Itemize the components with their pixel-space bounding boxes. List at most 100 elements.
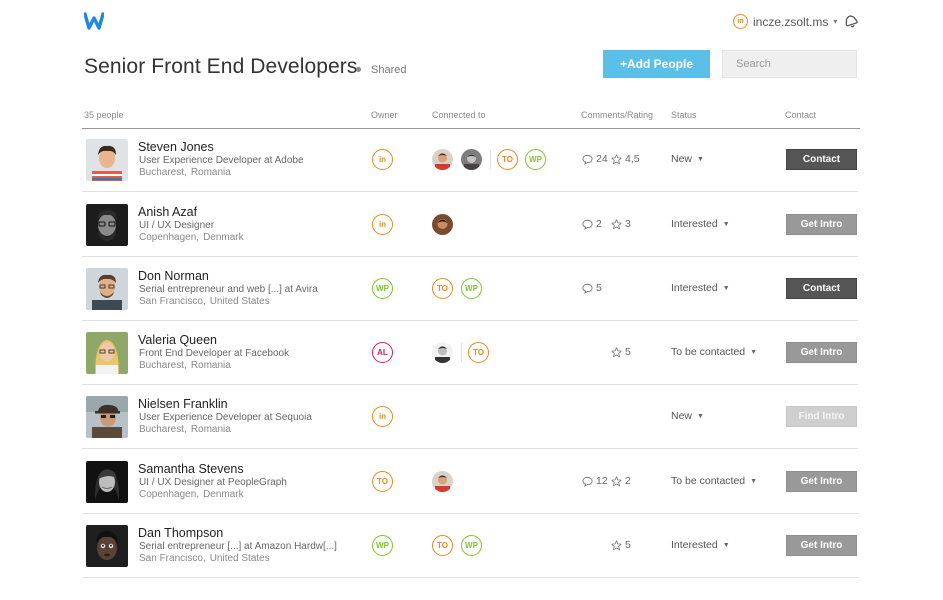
wp-badge[interactable]: WP: [461, 278, 482, 299]
connection-avatar[interactable]: [461, 149, 482, 170]
shared-label: Shared: [371, 64, 407, 76]
owner-to-badge[interactable]: TO: [372, 471, 393, 492]
table-row[interactable]: Anish Azaf UI / UX Designer Copenhagen, D…: [82, 193, 858, 257]
bell-icon[interactable]: [843, 13, 859, 29]
person-location: Bucharest, Romania: [139, 360, 231, 371]
person-name[interactable]: Steven Jones: [138, 140, 214, 154]
rating[interactable]: 5: [611, 539, 631, 551]
divider: [490, 150, 491, 169]
status-dropdown[interactable]: New ▼: [671, 153, 704, 165]
table-row[interactable]: Steven Jones User Experience Developer a…: [82, 128, 858, 192]
person-name[interactable]: Valeria Queen: [138, 333, 217, 347]
connection-avatar[interactable]: [432, 471, 453, 492]
comment-count[interactable]: 5: [582, 282, 602, 294]
comments-header: Comments/Rating: [581, 110, 654, 120]
star-outline-icon: [611, 476, 622, 487]
comment-count[interactable]: 24: [582, 153, 608, 165]
owner-wp-badge[interactable]: WP: [372, 278, 393, 299]
caret-down-icon: ▼: [722, 541, 730, 549]
status-dropdown[interactable]: Interested ▼: [671, 282, 730, 294]
wp-badge[interactable]: WP: [525, 149, 546, 170]
connection-avatar[interactable]: [432, 342, 453, 363]
star-outline-icon: [611, 154, 622, 165]
person-role: Front End Developer at Facebook: [139, 348, 290, 359]
person-name[interactable]: Dan Thompson: [138, 526, 223, 540]
speech-bubble-icon: [582, 476, 593, 487]
person-role: Serial entrepreneur and web [...] at Avi…: [139, 284, 318, 295]
owner-linkedin-badge[interactable]: in: [372, 149, 393, 170]
rating[interactable]: 3: [611, 218, 631, 230]
person-role: Serial entrepreneur [...] at Amazon Hard…: [139, 541, 337, 552]
to-badge[interactable]: TO: [497, 149, 518, 170]
table-row[interactable]: Samantha Stevens UI / UX Designer at Peo…: [82, 450, 858, 514]
table-row[interactable]: Nielsen Franklin User Experience Develop…: [82, 385, 858, 449]
to-badge[interactable]: TO: [432, 535, 453, 556]
to-badge[interactable]: TO: [468, 342, 489, 363]
status-dropdown[interactable]: To be contacted ▼: [671, 346, 757, 358]
status-header: Status: [671, 110, 697, 120]
caret-down-icon: ▼: [750, 477, 758, 485]
rating[interactable]: 2: [611, 475, 631, 487]
get-intro-button[interactable]: Get Intro: [786, 214, 857, 235]
person-role: UI / UX Designer: [139, 220, 215, 231]
linkedin-badge-icon: in: [733, 14, 748, 29]
status-dropdown[interactable]: New ▼: [671, 410, 704, 422]
contact-button[interactable]: Contact: [786, 149, 857, 170]
caret-down-icon: ▼: [697, 155, 704, 163]
caret-down-icon: ▼: [722, 284, 730, 292]
avatar: [86, 139, 128, 181]
connection-avatar[interactable]: [432, 214, 453, 235]
get-intro-button[interactable]: Get Intro: [786, 342, 857, 363]
w-logo-icon[interactable]: [84, 12, 104, 30]
status-dropdown[interactable]: Interested ▼: [671, 539, 730, 551]
owner-linkedin-badge[interactable]: in: [372, 214, 393, 235]
avatar: [86, 332, 128, 374]
person-name[interactable]: Don Norman: [138, 269, 209, 283]
add-people-button[interactable]: +Add People: [603, 50, 710, 78]
contact-button[interactable]: Contact: [786, 278, 857, 299]
caret-down-icon: ▼: [750, 348, 758, 356]
owner-al-badge[interactable]: AL: [372, 342, 393, 363]
user-menu[interactable]: in incze.zsolt.ms ▾: [733, 14, 837, 29]
avatar: [86, 268, 128, 310]
table-row[interactable]: Don Norman Serial entrepreneur and web […: [82, 257, 858, 321]
person-name[interactable]: Samantha Stevens: [138, 462, 244, 476]
owner-linkedin-badge[interactable]: in: [372, 406, 393, 427]
person-role: User Experience Developer at Sequoia: [139, 412, 312, 423]
table-row[interactable]: Valeria Queen Front End Developer at Fac…: [82, 321, 858, 385]
caret-down-icon: ▼: [697, 412, 704, 420]
get-intro-button[interactable]: Get Intro: [786, 535, 857, 556]
separator-dot: [356, 67, 361, 72]
person-role: UI / UX Designer at PeopleGraph: [139, 477, 287, 488]
person-location: Bucharest, Romania: [139, 424, 231, 435]
owner-header: Owner: [371, 110, 398, 120]
status-dropdown[interactable]: To be contacted ▼: [671, 475, 757, 487]
comment-count[interactable]: 12: [582, 475, 608, 487]
find-intro-button[interactable]: Find Intro: [786, 406, 857, 427]
person-location: San Francisco, United States: [139, 296, 270, 307]
wp-badge[interactable]: WP: [461, 535, 482, 556]
get-intro-button[interactable]: Get Intro: [786, 471, 857, 492]
comment-count[interactable]: 2: [582, 218, 602, 230]
rating[interactable]: 4,5: [611, 153, 640, 165]
star-outline-icon: [611, 540, 622, 551]
person-location: Copenhagen, Denmark: [139, 489, 244, 500]
search-input[interactable]: [722, 50, 857, 78]
table-row[interactable]: Dan Thompson Serial entrepreneur [...] a…: [82, 514, 858, 578]
status-dropdown[interactable]: Interested ▼: [671, 218, 730, 230]
connected-header: Connected to: [432, 110, 486, 120]
owner-wp-badge[interactable]: WP: [372, 535, 393, 556]
avatar: [86, 396, 128, 438]
divider: [461, 343, 462, 362]
speech-bubble-icon: [582, 219, 593, 230]
person-location: Bucharest, Romania: [139, 167, 231, 178]
avatar: [86, 461, 128, 503]
person-name[interactable]: Nielsen Franklin: [138, 397, 228, 411]
rating[interactable]: 5: [611, 346, 631, 358]
page-title: Senior Front End Developers: [84, 55, 358, 78]
chevron-down-icon: ▾: [833, 17, 838, 26]
person-location: San Francisco, United States: [139, 553, 270, 564]
to-badge[interactable]: TO: [432, 278, 453, 299]
connection-avatar[interactable]: [432, 149, 453, 170]
person-name[interactable]: Anish Azaf: [138, 205, 197, 219]
